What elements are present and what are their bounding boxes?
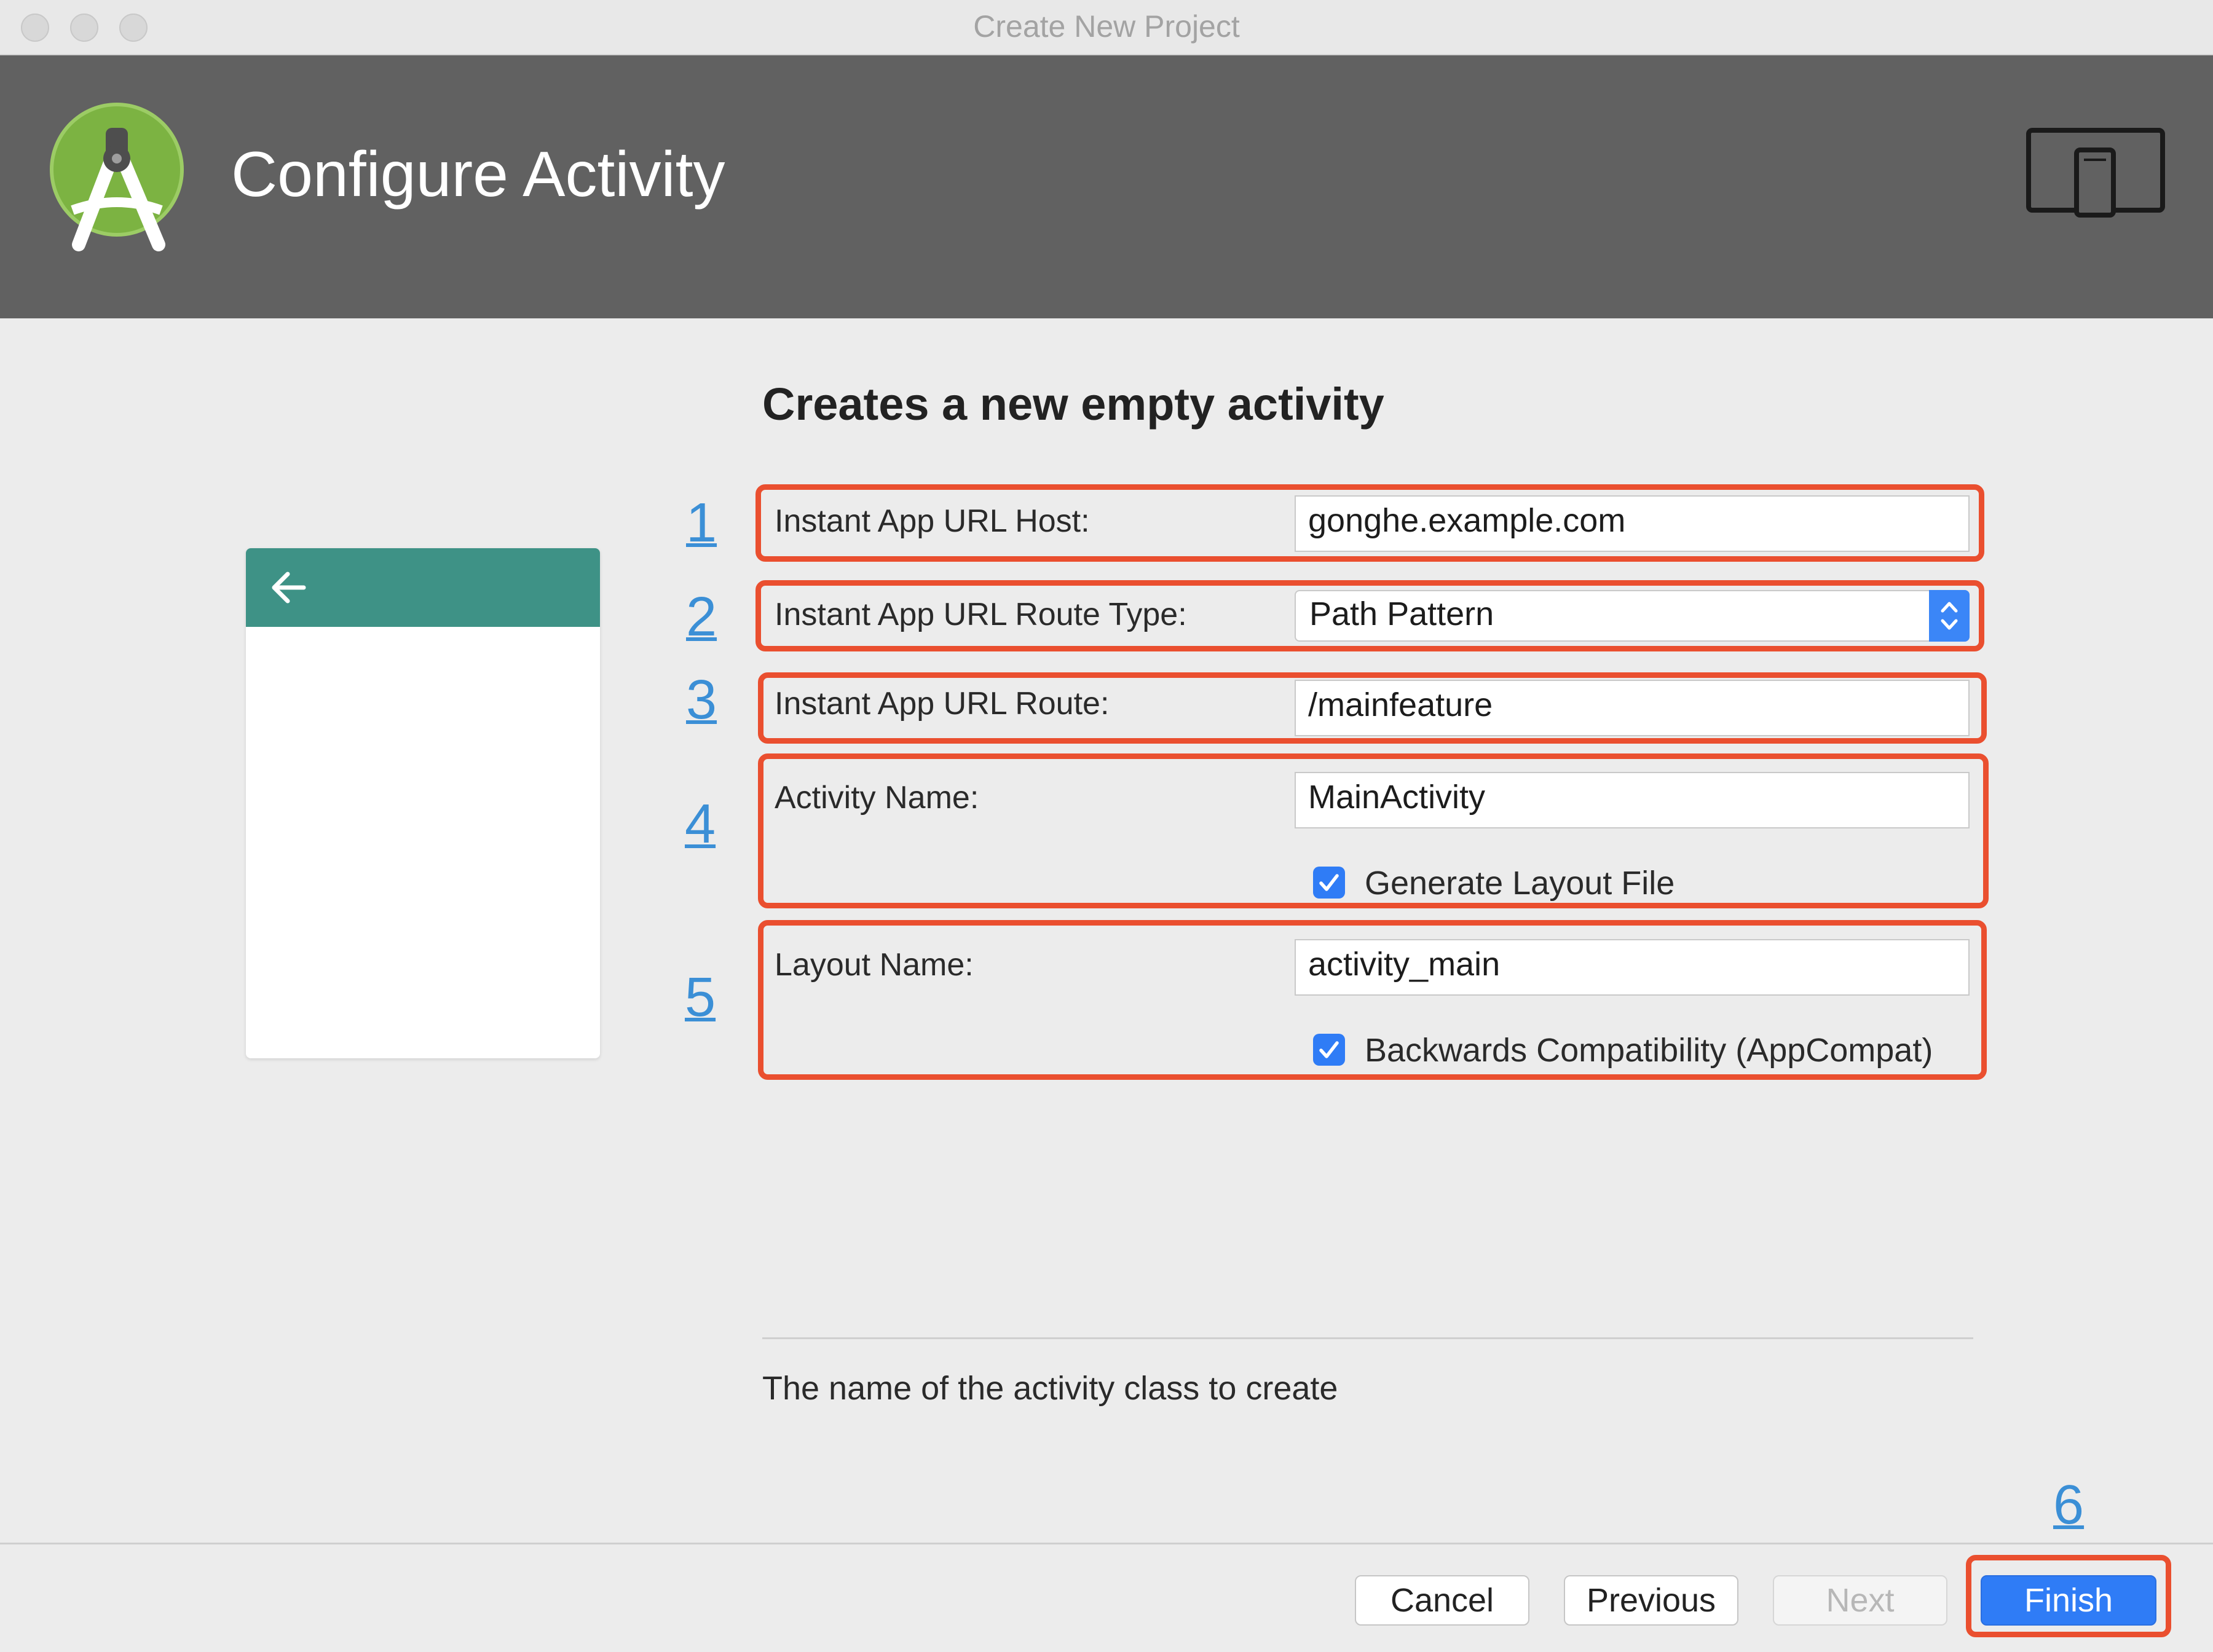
android-studio-logo-icon [50, 103, 184, 251]
route-label: Instant App URL Route: [775, 686, 1110, 722]
route-type-label: Instant App URL Route Type: [775, 597, 1187, 632]
backwards-compat-checkbox[interactable] [1313, 1034, 1345, 1066]
wizard-header: Configure Activity [0, 55, 2213, 318]
title-bar: Create New Project [0, 0, 2213, 55]
route-input[interactable]: /mainfeature [1295, 680, 1970, 736]
step-number-2: 2 [686, 586, 717, 648]
footer-divider [0, 1543, 2213, 1544]
step-number-5: 5 [685, 967, 716, 1028]
previous-button[interactable]: Previous [1564, 1575, 1738, 1626]
backwards-compat-label[interactable]: Backwards Compatibility (AppCompat) [1365, 1031, 1933, 1069]
activity-preview [246, 548, 600, 1058]
page-title: Configure Activity [231, 139, 725, 210]
field-description: The name of the activity class to create [762, 1370, 1338, 1407]
route-type-select[interactable]: Path Pattern [1295, 590, 1970, 642]
next-button[interactable]: Next [1773, 1575, 1947, 1626]
layout-name-input[interactable]: activity_main [1295, 939, 1970, 996]
activity-name-input[interactable]: MainActivity [1295, 772, 1970, 828]
window-title: Create New Project [973, 9, 1240, 44]
chevron-up-down-icon[interactable] [1929, 590, 1970, 642]
url-host-input[interactable]: gonghe.example.com [1295, 495, 1970, 552]
activity-name-label: Activity Name: [775, 780, 979, 816]
back-arrow-icon [272, 572, 306, 604]
generate-layout-label[interactable]: Generate Layout File [1365, 864, 1675, 902]
step-number-6: 6 [2053, 1474, 2085, 1536]
create-new-project-window: Create New Project Configure Activity Cr… [0, 0, 2213, 1652]
cancel-button[interactable]: Cancel [1355, 1575, 1529, 1626]
generate-layout-checkbox[interactable] [1313, 867, 1345, 899]
step-number-1: 1 [686, 492, 717, 554]
preview-toolbar [246, 548, 600, 627]
checkmark-icon [1319, 1041, 1339, 1058]
route-type-value: Path Pattern [1309, 596, 1494, 632]
section-title: Creates a new empty activity [762, 379, 1384, 430]
layout-name-label: Layout Name: [775, 947, 974, 983]
step-number-3: 3 [686, 669, 717, 731]
step-number-4: 4 [685, 793, 716, 855]
device-preview-icon [2026, 128, 2165, 218]
url-host-label: Instant App URL Host: [775, 503, 1090, 539]
checkmark-icon [1319, 874, 1339, 891]
description-divider [762, 1337, 1973, 1339]
finish-button[interactable]: Finish [1981, 1575, 2156, 1626]
